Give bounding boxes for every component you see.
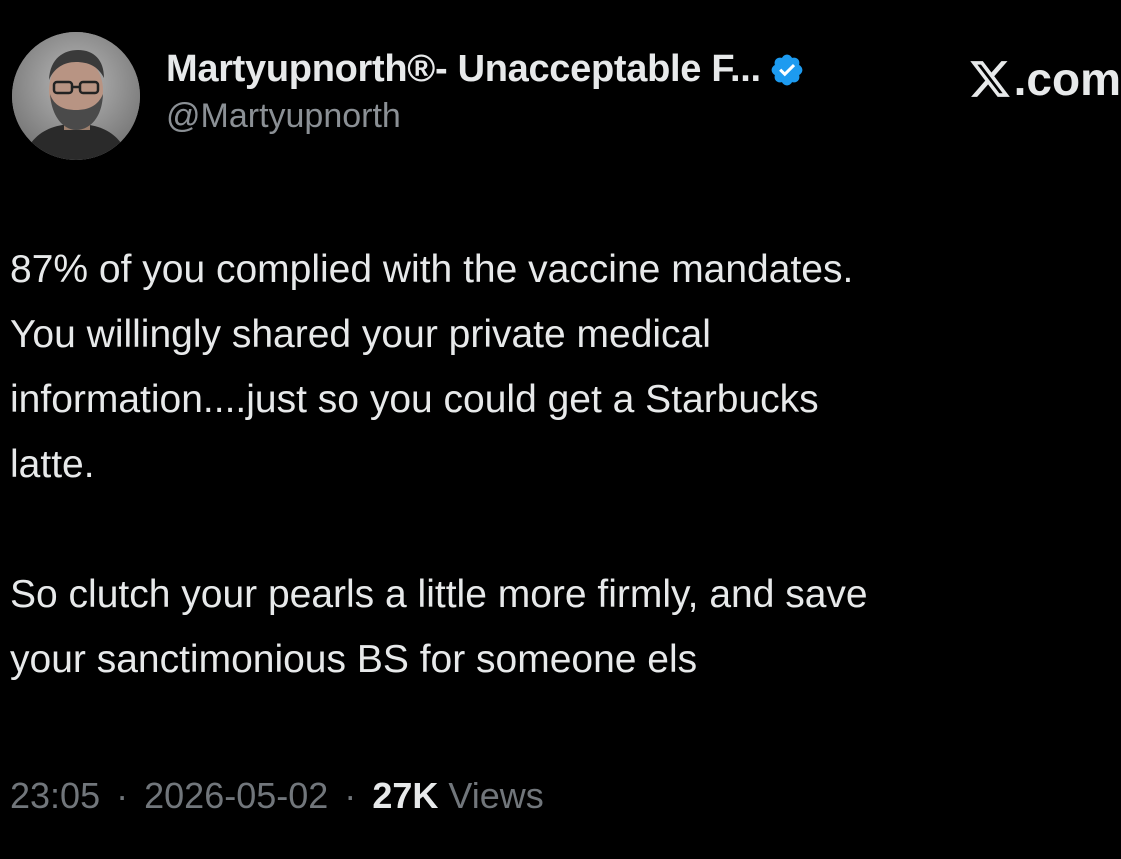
meta-separator: · xyxy=(116,775,129,816)
x-com-watermark: .com xyxy=(968,52,1121,106)
tweet-paragraph: So clutch your pearls a little more firm… xyxy=(10,573,868,681)
tweet-time[interactable]: 23:05 xyxy=(10,775,100,816)
tweet-header: Martyupnorth®- Unacceptable F... @Martyu… xyxy=(10,30,1121,164)
display-name-row: Martyupnorth®- Unacceptable F... xyxy=(166,48,936,91)
views-count[interactable]: 27K xyxy=(372,775,438,816)
verified-badge-icon[interactable] xyxy=(769,52,805,88)
tweet-text: 87% of you complied with the vaccine man… xyxy=(10,237,1115,692)
profile-photo xyxy=(12,32,140,160)
author-handle[interactable]: @Martyupnorth xyxy=(166,97,936,136)
x-logo-icon xyxy=(969,61,1010,97)
views-label: Views xyxy=(448,775,544,816)
tweet-meta: 23:05 · 2026-05-02 · 27K Views xyxy=(10,775,544,817)
meta-separator: · xyxy=(344,775,357,816)
author-display-name[interactable]: Martyupnorth®- Unacceptable F... xyxy=(166,48,761,91)
tweet-date[interactable]: 2026-05-02 xyxy=(144,775,328,816)
author-info: Martyupnorth®- Unacceptable F... @Martyu… xyxy=(166,48,936,136)
avatar[interactable] xyxy=(12,32,140,160)
tweet-paragraph: 87% of you complied with the vaccine man… xyxy=(10,248,854,486)
brand-label: .com xyxy=(1013,53,1121,105)
